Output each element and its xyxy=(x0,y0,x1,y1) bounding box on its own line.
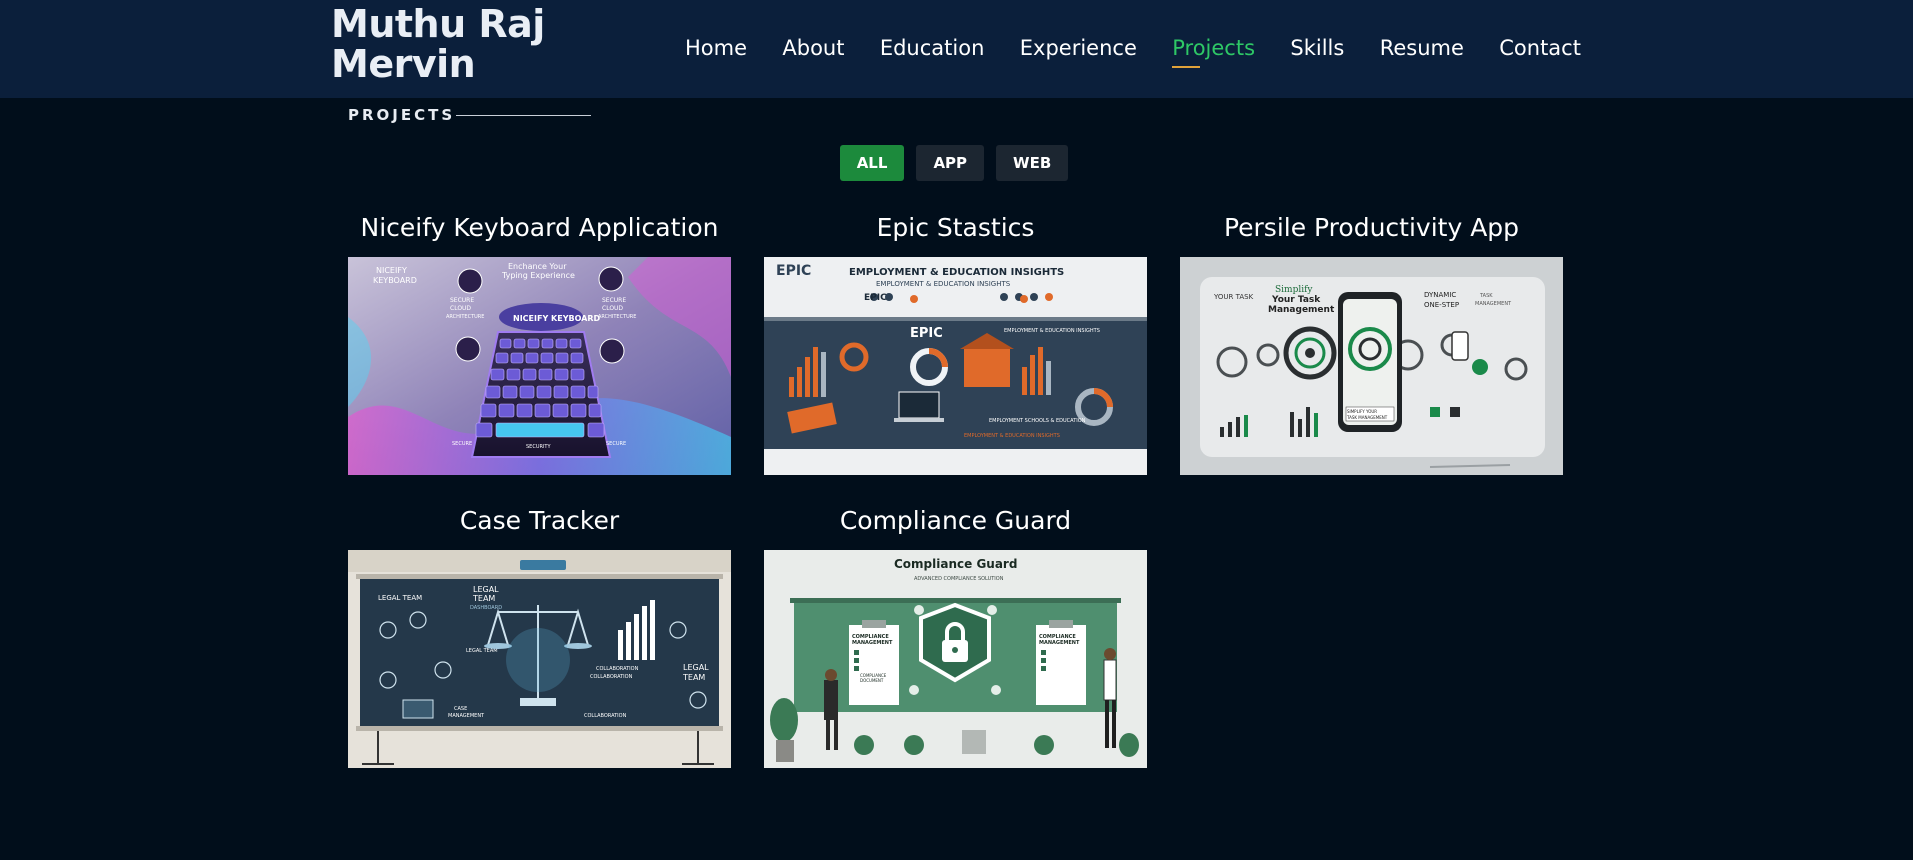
svg-text:NICEIFY KEYBOARD: NICEIFY KEYBOARD xyxy=(513,314,601,323)
filter-app-button[interactable]: APP xyxy=(916,145,985,181)
svg-text:TEAM: TEAM xyxy=(682,673,705,682)
project-image[interactable]: LEGAL TEAM LEGAL TEAM DASHBOARD LEGAL TE… xyxy=(348,550,731,768)
project-card[interactable]: Persile Productivity App YOUR TASK Simpl… xyxy=(1180,212,1563,475)
svg-text:Simplify: Simplify xyxy=(1275,285,1313,295)
legal-illustration: LEGAL TEAM LEGAL TEAM DASHBOARD LEGAL TE… xyxy=(348,550,731,768)
svg-text:SECURE: SECURE xyxy=(452,441,472,447)
nav-education[interactable]: Education xyxy=(880,34,985,62)
project-title: Niceify Keyboard Application xyxy=(360,213,719,242)
project-filters: ALL APP WEB xyxy=(0,145,1913,181)
svg-text:CLOUD: CLOUD xyxy=(602,305,623,312)
svg-text:ARCHITECTURE: ARCHITECTURE xyxy=(446,314,484,320)
statistics-illustration: EPIC EMPLOYMENT & EDUCATION INSIGHTS EMP… xyxy=(764,257,1147,475)
project-card[interactable]: Epic Stastics EPIC EMPLOYMENT & EDUCATIO… xyxy=(764,212,1147,475)
svg-text:TEAM: TEAM xyxy=(472,594,495,603)
logo-line-1: Muthu Raj xyxy=(331,2,545,46)
site-logo[interactable]: Muthu Raj Mervin xyxy=(331,4,545,84)
svg-text:EPIC: EPIC xyxy=(864,293,887,303)
nav-contact[interactable]: Contact xyxy=(1499,34,1581,62)
svg-text:MANAGEMENT: MANAGEMENT xyxy=(852,640,893,646)
project-card[interactable]: Compliance Guard Compliance Guard ADVANC… xyxy=(764,505,1147,768)
main-nav: Home About Education Experience Projects… xyxy=(685,34,1581,68)
svg-text:COLLABORATION: COLLABORATION xyxy=(590,674,633,680)
svg-text:EMPLOYMENT & EDUCATION INSIGHT: EMPLOYMENT & EDUCATION INSIGHTS xyxy=(964,433,1060,439)
svg-text:LEGAL: LEGAL xyxy=(473,585,499,594)
svg-text:TASK: TASK xyxy=(1479,293,1493,299)
filter-all-button[interactable]: ALL xyxy=(839,145,905,181)
svg-text:MANAGEMENT: MANAGEMENT xyxy=(1039,640,1080,646)
filter-web-button[interactable]: WEB xyxy=(996,145,1069,181)
nav-skills[interactable]: Skills xyxy=(1290,34,1344,62)
project-image[interactable]: NICEIFY KEYBOARD Enchance Your Typing Ex… xyxy=(348,257,731,475)
svg-text:KEYBOARD: KEYBOARD xyxy=(373,276,417,285)
nav-about[interactable]: About xyxy=(782,34,844,62)
section-title-line xyxy=(456,115,591,116)
nav-experience[interactable]: Experience xyxy=(1020,34,1137,62)
svg-text:LEGAL: LEGAL xyxy=(683,663,709,672)
svg-text:DYNAMIC: DYNAMIC xyxy=(1424,291,1456,299)
project-image[interactable]: YOUR TASK Simplify Your Task Management … xyxy=(1180,257,1563,475)
svg-text:SECURE: SECURE xyxy=(606,441,626,447)
svg-text:EMPLOYMENT & EDUCATION INSIGHT: EMPLOYMENT & EDUCATION INSIGHTS xyxy=(849,267,1064,278)
svg-text:DOCUMENT: DOCUMENT xyxy=(860,678,884,683)
svg-text:Compliance Guard: Compliance Guard xyxy=(894,557,1017,571)
logo-line-2: Mervin xyxy=(331,42,476,86)
project-image[interactable]: EPIC EMPLOYMENT & EDUCATION INSIGHTS EMP… xyxy=(764,257,1147,475)
section-title: PROJECTS xyxy=(348,106,456,124)
svg-text:SECURE: SECURE xyxy=(450,297,474,304)
project-title: Epic Stastics xyxy=(876,213,1035,242)
svg-text:SIMPLIFY YOUR: SIMPLIFY YOUR xyxy=(1347,409,1377,414)
svg-text:Enchance Your: Enchance Your xyxy=(508,262,567,271)
svg-text:CLOUD: CLOUD xyxy=(450,305,471,312)
nav-resume[interactable]: Resume xyxy=(1380,34,1464,62)
svg-text:EMPLOYMENT & EDUCATION INSIGHT: EMPLOYMENT & EDUCATION INSIGHTS xyxy=(876,280,1011,288)
svg-text:Management: Management xyxy=(1268,305,1335,315)
svg-text:EPIC: EPIC xyxy=(910,326,943,341)
site-header: Muthu Raj Mervin Home About Education Ex… xyxy=(0,0,1913,98)
nav-home[interactable]: Home xyxy=(685,34,747,62)
svg-text:LEGAL TEAM: LEGAL TEAM xyxy=(378,594,422,602)
svg-text:ARCHITECTURE: ARCHITECTURE xyxy=(598,314,636,320)
project-image[interactable]: Compliance Guard ADVANCED COMPLIANCE SOL… xyxy=(764,550,1147,768)
svg-text:CASE: CASE xyxy=(454,706,467,712)
svg-text:COLLABORATION: COLLABORATION xyxy=(584,713,627,719)
compliance-illustration: Compliance Guard ADVANCED COMPLIANCE SOL… xyxy=(764,550,1147,768)
keyboard-illustration: NICEIFY KEYBOARD Enchance Your Typing Ex… xyxy=(348,257,731,475)
svg-text:DASHBOARD: DASHBOARD xyxy=(470,605,502,611)
project-card[interactable]: Case Tracker LEGAL TEAM LEGAL TEAM DASHB… xyxy=(348,505,731,768)
svg-text:TASK MANAGEMENT: TASK MANAGEMENT xyxy=(1346,415,1388,420)
svg-text:COLLABORATION: COLLABORATION xyxy=(596,666,639,672)
svg-text:LEGAL TEAM: LEGAL TEAM xyxy=(466,648,498,654)
project-title: Persile Productivity App xyxy=(1223,213,1520,242)
svg-text:MANAGEMENT: MANAGEMENT xyxy=(448,713,485,719)
svg-text:SECURITY: SECURITY xyxy=(526,444,551,450)
svg-text:YOUR TASK: YOUR TASK xyxy=(1213,293,1254,301)
svg-text:Typing Experience: Typing Experience xyxy=(501,271,575,280)
project-title: Case Tracker xyxy=(459,506,620,535)
svg-text:EPIC: EPIC xyxy=(776,263,811,279)
svg-text:ONE-STEP: ONE-STEP xyxy=(1424,301,1459,309)
svg-text:NICEIFY: NICEIFY xyxy=(376,266,407,275)
svg-text:EMPLOYMENT SCHOOLS & EDUCATION: EMPLOYMENT SCHOOLS & EDUCATION xyxy=(989,418,1086,424)
project-title: Compliance Guard xyxy=(839,506,1072,535)
svg-text:SECURE: SECURE xyxy=(602,297,626,304)
svg-text:MANAGEMENT: MANAGEMENT xyxy=(1475,301,1512,307)
nav-projects[interactable]: Projects xyxy=(1172,34,1255,68)
svg-text:EMPLOYMENT & EDUCATION INSIGHT: EMPLOYMENT & EDUCATION INSIGHTS xyxy=(1004,328,1100,334)
svg-text:Your Task: Your Task xyxy=(1271,295,1321,305)
productivity-illustration: YOUR TASK Simplify Your Task Management … xyxy=(1180,257,1563,475)
svg-text:ADVANCED COMPLIANCE SOLUTION: ADVANCED COMPLIANCE SOLUTION xyxy=(914,576,1004,582)
project-card[interactable]: Niceify Keyboard Application NICEIFY KEY… xyxy=(348,212,731,475)
